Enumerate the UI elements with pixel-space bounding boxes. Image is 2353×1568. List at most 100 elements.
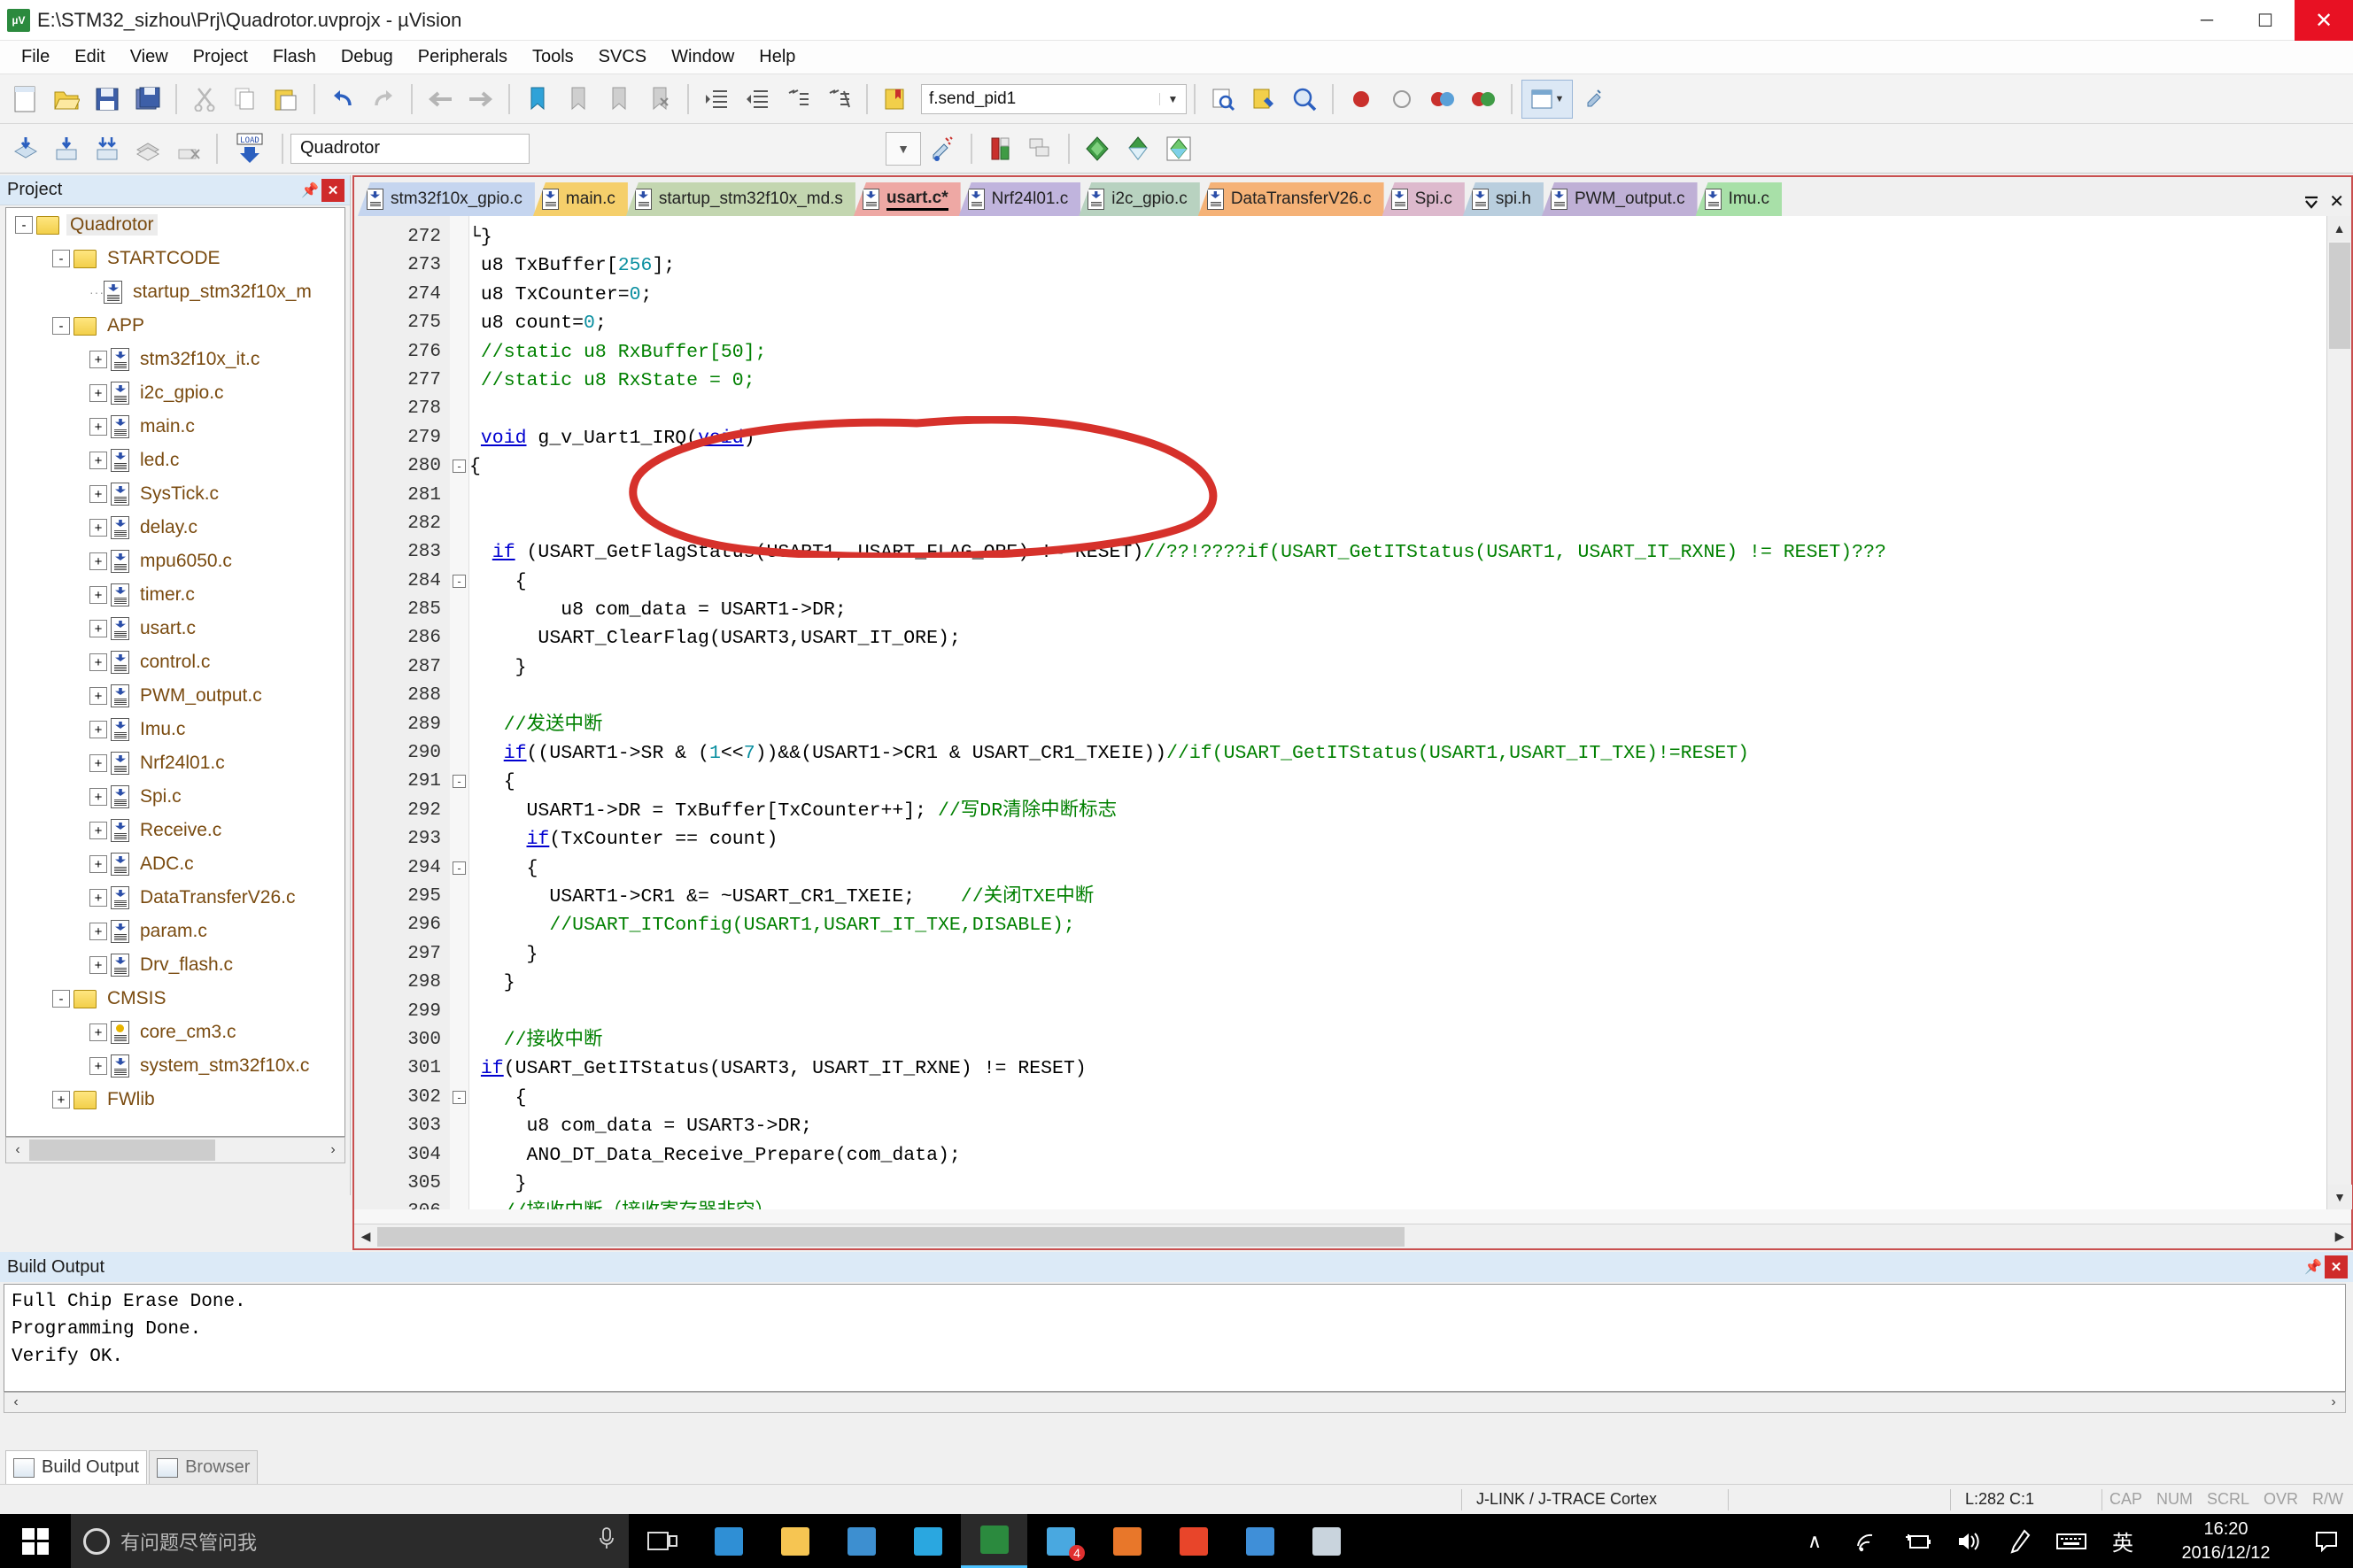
taskbar-thunder-icon[interactable] <box>894 1514 961 1568</box>
scrollbar-thumb[interactable] <box>29 1139 215 1161</box>
indent-decrease-icon[interactable] <box>739 80 776 119</box>
code-line[interactable]: u8 TxCounter=0; <box>469 281 2351 309</box>
tree-item[interactable]: + Nrf24l01.c <box>6 746 344 780</box>
code-line[interactable]: USART1->CR1 &= ~USART_CR1_TXEIE; //关闭TXE… <box>469 883 2351 911</box>
editor-tab-imu-c[interactable]: Imu.c <box>1695 182 1783 216</box>
task-view-icon[interactable] <box>629 1514 695 1568</box>
expand-icon[interactable]: + <box>89 519 107 537</box>
manage-run-time-env-icon[interactable] <box>1160 129 1197 168</box>
tree-item[interactable]: + stm32f10x_it.c <box>6 343 344 376</box>
chevron-up-icon[interactable]: ∧ <box>1789 1514 1840 1568</box>
tree-item[interactable]: - STARTCODE <box>6 242 344 275</box>
code-line[interactable]: } <box>469 969 2351 997</box>
tree-item[interactable]: - CMSIS <box>6 982 344 1016</box>
expand-icon[interactable]: + <box>89 1023 107 1041</box>
code-line[interactable]: USART_ClearFlag(USART3,USART_IT_ORE); <box>469 624 2351 653</box>
taskbar-store-icon[interactable] <box>828 1514 894 1568</box>
comment-lines-icon[interactable] <box>779 80 817 119</box>
expand-icon[interactable]: + <box>89 923 107 940</box>
expand-icon[interactable]: + <box>89 956 107 974</box>
pin-icon[interactable]: 📌 <box>2302 1255 2325 1278</box>
search-input[interactable]: 有问题尽管问我 <box>120 1527 597 1556</box>
code-line[interactable]: if((USART1->SR & (1<<7))&&(USART1->CR1 &… <box>469 739 2351 768</box>
editor-tab-startup-stm32f10x-md-s[interactable]: startup_stm32f10x_md.s <box>625 182 855 216</box>
project-tree-hscrollbar[interactable]: ‹ › <box>5 1137 345 1163</box>
target-options-chevron[interactable]: ▼ <box>886 131 921 166</box>
expand-icon[interactable]: + <box>89 552 107 570</box>
close-icon[interactable]: ✕ <box>2325 1255 2348 1278</box>
menu-window[interactable]: Window <box>659 44 747 70</box>
tree-item[interactable]: + Spi.c <box>6 780 344 814</box>
tree-item[interactable]: + system_stm32f10x.c <box>6 1049 344 1083</box>
build-tab-build-output[interactable]: Build Output <box>5 1450 148 1484</box>
chevron-down-icon[interactable]: ▼ <box>1159 92 1186 105</box>
code-line[interactable] <box>469 510 2351 538</box>
bookmark-next-icon[interactable] <box>600 80 638 119</box>
scroll-right-icon[interactable]: › <box>321 1142 344 1158</box>
tree-item[interactable]: + ADC.c <box>6 847 344 881</box>
rebuild-icon[interactable] <box>89 129 126 168</box>
build-output-text[interactable]: Full Chip Erase Done. Programming Done. Ve… <box>4 1284 2346 1392</box>
translate-icon[interactable] <box>7 129 44 168</box>
close-icon[interactable]: ✕ <box>321 178 344 202</box>
code-line[interactable]: //接收中断 <box>469 1026 2351 1054</box>
target-combo[interactable]: f.send_pid1 ▼ <box>921 83 1187 114</box>
tree-item[interactable]: + core_cm3.c <box>6 1016 344 1049</box>
code-line[interactable] <box>469 682 2351 710</box>
editor-tab-i2c-gpio-c[interactable]: i2c_gpio.c <box>1079 182 1200 216</box>
build-icon[interactable] <box>48 129 85 168</box>
keyboard-icon[interactable] <box>2046 1514 2097 1568</box>
menu-view[interactable]: View <box>118 44 181 70</box>
tree-item[interactable]: + Receive.c <box>6 814 344 847</box>
tree-item[interactable]: + PWM_output.c <box>6 679 344 713</box>
tree-item[interactable]: + led.c <box>6 444 344 477</box>
microphone-icon[interactable] <box>597 1526 616 1556</box>
cortana-search-box[interactable]: 有问题尽管问我 <box>71 1514 629 1568</box>
code-line[interactable]: } <box>469 653 2351 682</box>
scroll-up-icon[interactable]: ▲ <box>2327 216 2351 241</box>
code-line[interactable]: void g_v_Uart1_IRQ(void) <box>469 424 2351 452</box>
collapse-icon[interactable]: - <box>15 216 33 234</box>
bookmark-list-icon[interactable] <box>877 80 914 119</box>
scroll-left-icon[interactable]: ‹ <box>6 1142 29 1158</box>
menu-project[interactable]: Project <box>181 44 260 70</box>
copy-icon[interactable] <box>227 80 264 119</box>
cut-icon[interactable] <box>186 80 223 119</box>
tree-item[interactable]: - APP <box>6 309 344 343</box>
code-line[interactable]: { <box>469 768 2351 796</box>
manage-project-items-icon[interactable] <box>981 129 1018 168</box>
fold-toggle[interactable]: - <box>450 1084 468 1112</box>
navigate-back-icon[interactable] <box>422 80 459 119</box>
ime-language-indicator[interactable]: 英 <box>2097 1514 2148 1568</box>
tree-item[interactable]: + usart.c <box>6 612 344 645</box>
taskbar-firefox-icon[interactable] <box>1094 1514 1160 1568</box>
tree-item[interactable]: + SysTick.c <box>6 477 344 511</box>
code-line[interactable]: u8 TxBuffer[256]; <box>469 251 2351 280</box>
editor-tab-datatransferv26-c[interactable]: DataTransferV26.c <box>1197 182 1384 216</box>
code-line[interactable]: { <box>469 1084 2351 1112</box>
tree-item[interactable]: - Quadrotor <box>6 208 344 242</box>
expand-icon[interactable]: + <box>89 452 107 469</box>
editor-tab-nrf24l01-c[interactable]: Nrf24l01.c <box>958 182 1081 216</box>
tree-item[interactable]: + Drv_flash.c <box>6 948 344 982</box>
batch-build-icon[interactable] <box>129 129 166 168</box>
code-line[interactable]: ANO_DT_Data_Receive_Prepare(com_data); <box>469 1141 2351 1170</box>
code-editor[interactable]: 272 273 274 275 276 277 278 279 280 281 282 283 284 2… <box>354 216 2351 1209</box>
save-all-icon[interactable] <box>129 80 166 119</box>
tree-item[interactable]: ··· startup_stm32f10x_m <box>6 275 344 309</box>
taskbar-cloud-icon[interactable] <box>1227 1514 1293 1568</box>
editor-tab-main-c[interactable]: main.c <box>532 182 628 216</box>
close-button[interactable]: ✕ <box>2295 0 2353 41</box>
battery-charging-icon[interactable] <box>1892 1514 1943 1568</box>
code-line[interactable]: } <box>469 940 2351 969</box>
expand-icon[interactable]: + <box>89 586 107 604</box>
expand-icon[interactable]: + <box>89 351 107 368</box>
tree-item[interactable]: + timer.c <box>6 578 344 612</box>
stop-build-icon[interactable] <box>170 129 207 168</box>
code-line[interactable]: if (USART_GetFlagStatus(USART1, USART_FL… <box>469 538 2351 567</box>
code-line[interactable]: └} <box>469 223 2351 251</box>
build-tab-browser[interactable]: Browser <box>149 1450 259 1484</box>
taskbar-taobao-icon[interactable] <box>1160 1514 1227 1568</box>
taskbar-clock[interactable]: 16:20 2016/12/12 <box>2148 1518 2303 1565</box>
wifi-icon[interactable] <box>1840 1514 1892 1568</box>
